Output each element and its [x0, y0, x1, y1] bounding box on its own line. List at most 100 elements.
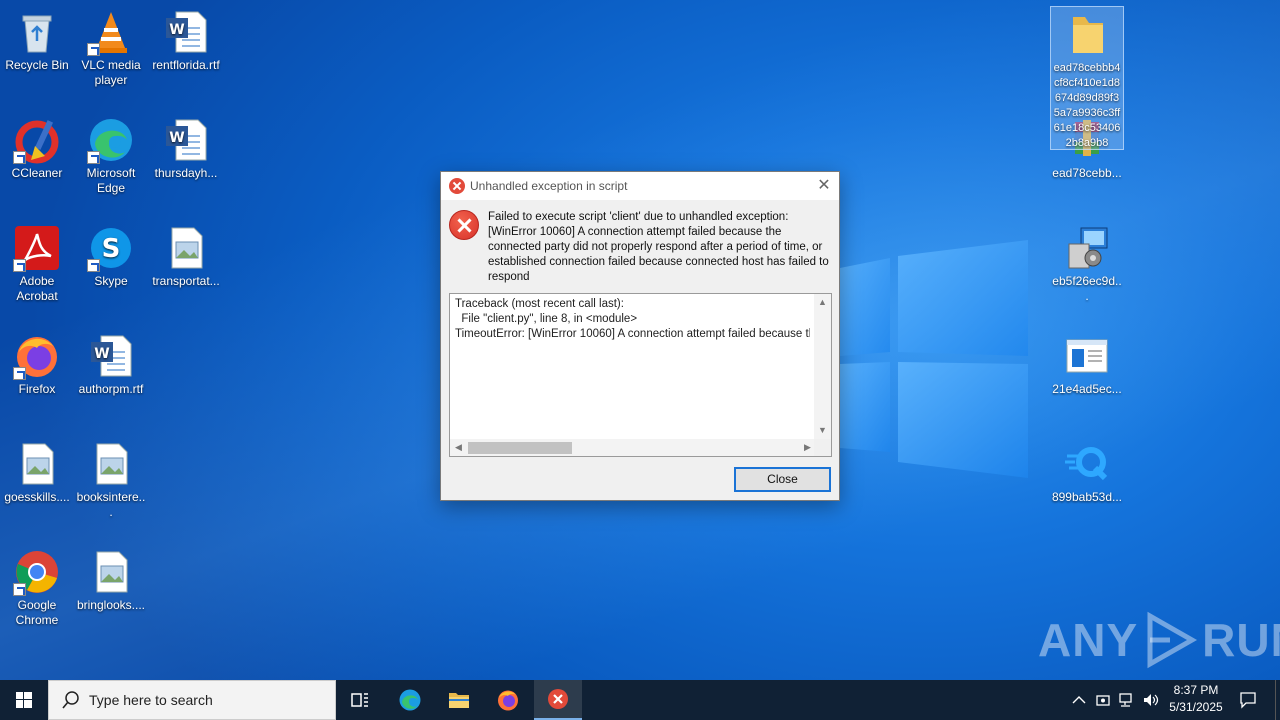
window-app-icon	[1063, 332, 1111, 380]
start-button[interactable]	[0, 680, 48, 720]
desktop-icon-label: 21e4ad5ec...	[1052, 382, 1122, 396]
scroll-down-icon[interactable]: ▼	[814, 422, 831, 439]
desktop-icon-folder-selected[interactable]: ead78cebbb4cf8cf410e1d8674d89d89f35a7a99…	[1050, 6, 1124, 150]
edge-icon	[399, 689, 421, 711]
image-file-icon	[87, 440, 135, 488]
desktop-icon-goesskills[interactable]: goesskills....	[0, 434, 74, 505]
firefox-icon	[13, 332, 61, 380]
desktop-icon-label: goesskills....	[4, 490, 70, 504]
vertical-scrollbar[interactable]: ▲ ▼	[814, 294, 831, 439]
ccleaner-icon	[13, 116, 61, 164]
traceback-textbox[interactable]: Traceback (most recent call last): File …	[449, 293, 832, 457]
desktop-icon-label: rentflorida.rtf	[152, 58, 220, 72]
taskbar: Type here to search 8:37 PM 5/31/2025	[0, 680, 1280, 720]
network-icon	[1119, 693, 1132, 707]
dialog-title: Unhandled exception in script	[470, 179, 628, 193]
clock-date: 5/31/2025	[1169, 700, 1223, 714]
svg-text:W: W	[94, 346, 109, 362]
desktop-icon-label: ead78cebbb4cf8cf410e1d8674d89d89f35a7a99…	[1053, 62, 1121, 149]
task-view-button[interactable]	[336, 680, 384, 720]
error-icon	[449, 178, 465, 194]
horizontal-scrollbar[interactable]: ◀ ▶	[450, 439, 816, 456]
desktop-icon-thursdayh[interactable]: W thursdayh...	[149, 110, 223, 181]
taskbar-edge[interactable]	[386, 680, 434, 720]
desktop-icon-label: eb5f26ec9d...	[1052, 274, 1122, 303]
scroll-up-icon[interactable]: ▲	[814, 294, 831, 311]
close-icon[interactable]: ✕	[809, 172, 839, 200]
error-message: Failed to execute script 'client' due to…	[488, 211, 829, 283]
folder-icon	[1063, 11, 1111, 59]
desktop-icon-label: bringlooks....	[76, 598, 146, 612]
desktop-icon-window-app[interactable]: 21e4ad5ec...	[1050, 326, 1124, 397]
desktop-icon-skype[interactable]: S Skype	[74, 218, 148, 289]
desktop-icon-firefox[interactable]: Firefox	[0, 326, 74, 397]
desktop-icon-label: Skype	[94, 274, 128, 288]
word-doc-icon: W	[87, 332, 135, 380]
taskbar-firefox[interactable]	[484, 680, 532, 720]
desktop-icon-ccleaner[interactable]: CCleaner	[0, 110, 74, 181]
desktop-icon-label: Microsoft Edge	[86, 166, 136, 195]
image-file-icon	[87, 548, 135, 596]
dialog-titlebar[interactable]: Unhandled exception in script ✕	[441, 172, 839, 200]
chrome-icon	[13, 548, 61, 596]
skype-icon: S	[87, 224, 135, 272]
chevron-up-icon	[1072, 696, 1086, 704]
windows-start-icon	[16, 692, 32, 708]
desktop-icon-chrome[interactable]: Google Chrome	[0, 542, 74, 628]
desktop-icon-recycle-bin[interactable]: Recycle Bin	[0, 2, 74, 73]
error-app-icon	[548, 689, 568, 709]
watermark-left: ANY	[1038, 614, 1139, 666]
tray-network[interactable]	[1116, 680, 1138, 720]
action-center[interactable]	[1234, 680, 1262, 720]
recycle-bin-icon	[13, 8, 61, 56]
tray-overflow[interactable]	[1068, 680, 1090, 720]
desktop-icon-label: Adobe Acrobat	[16, 274, 58, 303]
search-icon	[62, 691, 79, 709]
q-app-icon	[1063, 440, 1111, 488]
scroll-left-icon[interactable]: ◀	[450, 439, 467, 456]
play-icon	[1147, 611, 1198, 669]
desktop-icon-label: transportat...	[152, 274, 220, 288]
desktop-icon-label: 899bab53d...	[1051, 490, 1123, 504]
desktop-icon-label: Recycle Bin	[5, 58, 69, 72]
tray-device[interactable]	[1092, 680, 1114, 720]
svg-text:W: W	[169, 130, 184, 146]
desktop-icon-label: booksintere...	[76, 490, 146, 519]
scroll-thumb[interactable]	[468, 442, 572, 454]
tray-volume[interactable]	[1140, 680, 1162, 720]
desktop-icon-edge[interactable]: Microsoft Edge	[74, 110, 148, 196]
word-doc-icon: W	[162, 8, 210, 56]
desktop-icon-label: Firefox	[18, 382, 56, 396]
desktop-icon-q-app[interactable]: 899bab53d...	[1050, 434, 1124, 505]
anyrun-watermark: ANY RUN	[1038, 608, 1280, 672]
svg-text:S: S	[102, 234, 121, 264]
desktop-icon-booksintere[interactable]: booksintere...	[74, 434, 148, 520]
desktop-icon-acrobat[interactable]: Adobe Acrobat	[0, 218, 74, 304]
taskbar-error-app[interactable]	[534, 680, 582, 720]
error-large-icon	[449, 210, 479, 240]
show-desktop-button[interactable]	[1275, 680, 1280, 720]
desktop-icon-label: Google Chrome	[15, 598, 59, 627]
taskbar-search-box[interactable]: Type here to search	[48, 680, 336, 720]
taskbar-clock[interactable]: 8:37 PM 5/31/2025	[1163, 682, 1229, 716]
desktop-icon-label: ead78cebb...	[1052, 166, 1122, 180]
desktop-icon-bringlooks[interactable]: bringlooks....	[74, 542, 148, 613]
word-doc-icon: W	[162, 116, 210, 164]
desktop-icon-transportat[interactable]: transportat...	[149, 218, 223, 289]
svg-text:W: W	[169, 22, 184, 38]
vlc-icon	[87, 8, 135, 56]
taskbar-file-explorer[interactable]	[435, 680, 483, 720]
exception-dialog: Unhandled exception in script ✕ Failed t…	[440, 171, 840, 501]
desktop-icon-installer[interactable]: eb5f26ec9d...	[1050, 218, 1124, 304]
traceback-text: Traceback (most recent call last): File …	[455, 298, 810, 340]
device-icon	[1096, 695, 1110, 706]
image-file-icon	[162, 224, 210, 272]
file-explorer-icon	[449, 693, 469, 708]
desktop-icon-vlc[interactable]: VLC media player	[74, 2, 148, 88]
desktop-icon-rentflorida[interactable]: W rentflorida.rtf	[149, 2, 223, 73]
close-button[interactable]: Close	[734, 467, 831, 492]
task-view-icon	[351, 693, 368, 707]
desktop-icon-authorpm[interactable]: W authorpm.rtf	[74, 326, 148, 397]
desktop-icon-label: authorpm.rtf	[78, 382, 144, 396]
desktop-icon-label: VLC media player	[81, 58, 141, 87]
